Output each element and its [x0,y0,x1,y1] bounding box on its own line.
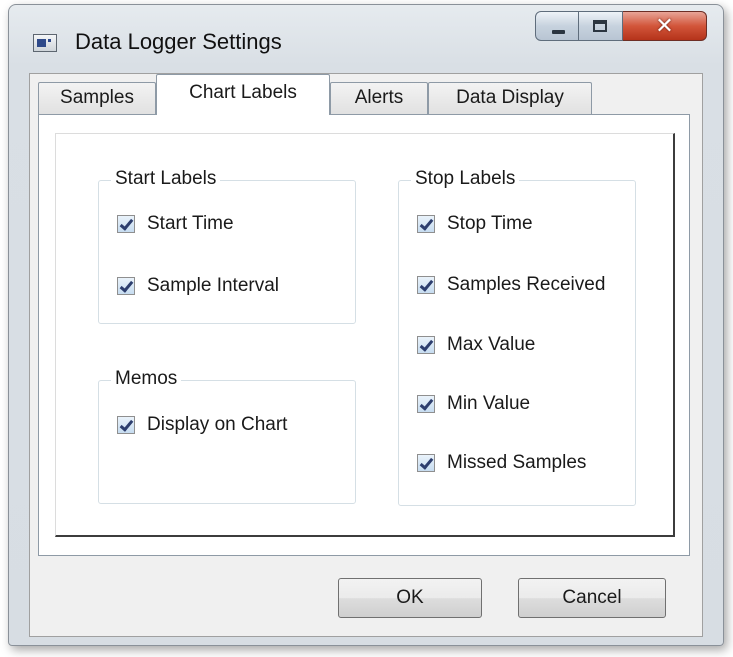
missed-samples-checkbox[interactable] [417,454,435,472]
title-bar[interactable]: Data Logger Settings ✕ [9,5,723,75]
stop-time-checkbox[interactable] [417,215,435,233]
start-labels-group: Start Labels Start Time Sample Interval [98,168,356,324]
sample-interval-option[interactable]: Sample Interval [117,275,279,297]
window-title: Data Logger Settings [75,29,282,54]
close-icon: ✕ [655,14,674,39]
cancel-button[interactable]: Cancel [518,578,666,618]
settings-window: Data Logger Settings ✕ Samples Chart Lab… [8,4,724,646]
maximize-button[interactable] [579,11,623,41]
display-on-chart-label: Display on Chart [147,414,288,435]
display-on-chart-checkbox[interactable] [117,416,135,434]
min-value-label: Min Value [447,393,531,414]
close-button[interactable]: ✕ [623,11,707,41]
memos-group: Memos Display on Chart [98,368,356,504]
start-time-option[interactable]: Start Time [117,213,234,235]
max-value-checkbox[interactable] [417,336,435,354]
minimize-icon [552,30,565,34]
min-value-checkbox[interactable] [417,395,435,413]
missed-samples-label: Missed Samples [447,452,587,473]
start-time-label: Start Time [147,213,234,234]
samples-received-checkbox[interactable] [417,276,435,294]
dialog-client-area: Samples Chart Labels Alerts Data Display… [29,73,703,637]
start-labels-legend: Start Labels [111,168,221,190]
sample-interval-checkbox[interactable] [117,277,135,295]
missed-samples-option[interactable]: Missed Samples [417,452,586,474]
start-time-checkbox[interactable] [117,215,135,233]
tab-alerts[interactable]: Alerts [330,82,428,114]
app-window-icon[interactable] [33,34,57,52]
tab-data-display[interactable]: Data Display [428,82,592,114]
tab-chart-labels[interactable]: Chart Labels [156,74,330,115]
tab-samples[interactable]: Samples [38,82,156,114]
chart-labels-panel: Start Labels Start Time Sample Interval … [38,114,690,556]
display-on-chart-option[interactable]: Display on Chart [117,414,287,436]
stop-labels-group: Stop Labels Stop Time Samples Received M… [398,168,636,506]
stop-labels-legend: Stop Labels [411,168,520,190]
samples-received-option[interactable]: Samples Received [417,274,605,296]
min-value-option[interactable]: Min Value [417,393,530,415]
sample-interval-label: Sample Interval [147,275,280,296]
minimize-button[interactable] [535,11,579,41]
max-value-option[interactable]: Max Value [417,334,535,356]
window-controls: ✕ [535,11,707,45]
labels-frame: Start Labels Start Time Sample Interval … [55,133,675,537]
ok-button[interactable]: OK [338,578,482,618]
stop-time-label: Stop Time [447,213,533,234]
samples-received-label: Samples Received [447,274,606,295]
memos-legend: Memos [111,368,182,390]
maximize-icon [593,20,607,32]
max-value-label: Max Value [447,334,536,355]
stop-time-option[interactable]: Stop Time [417,213,533,235]
